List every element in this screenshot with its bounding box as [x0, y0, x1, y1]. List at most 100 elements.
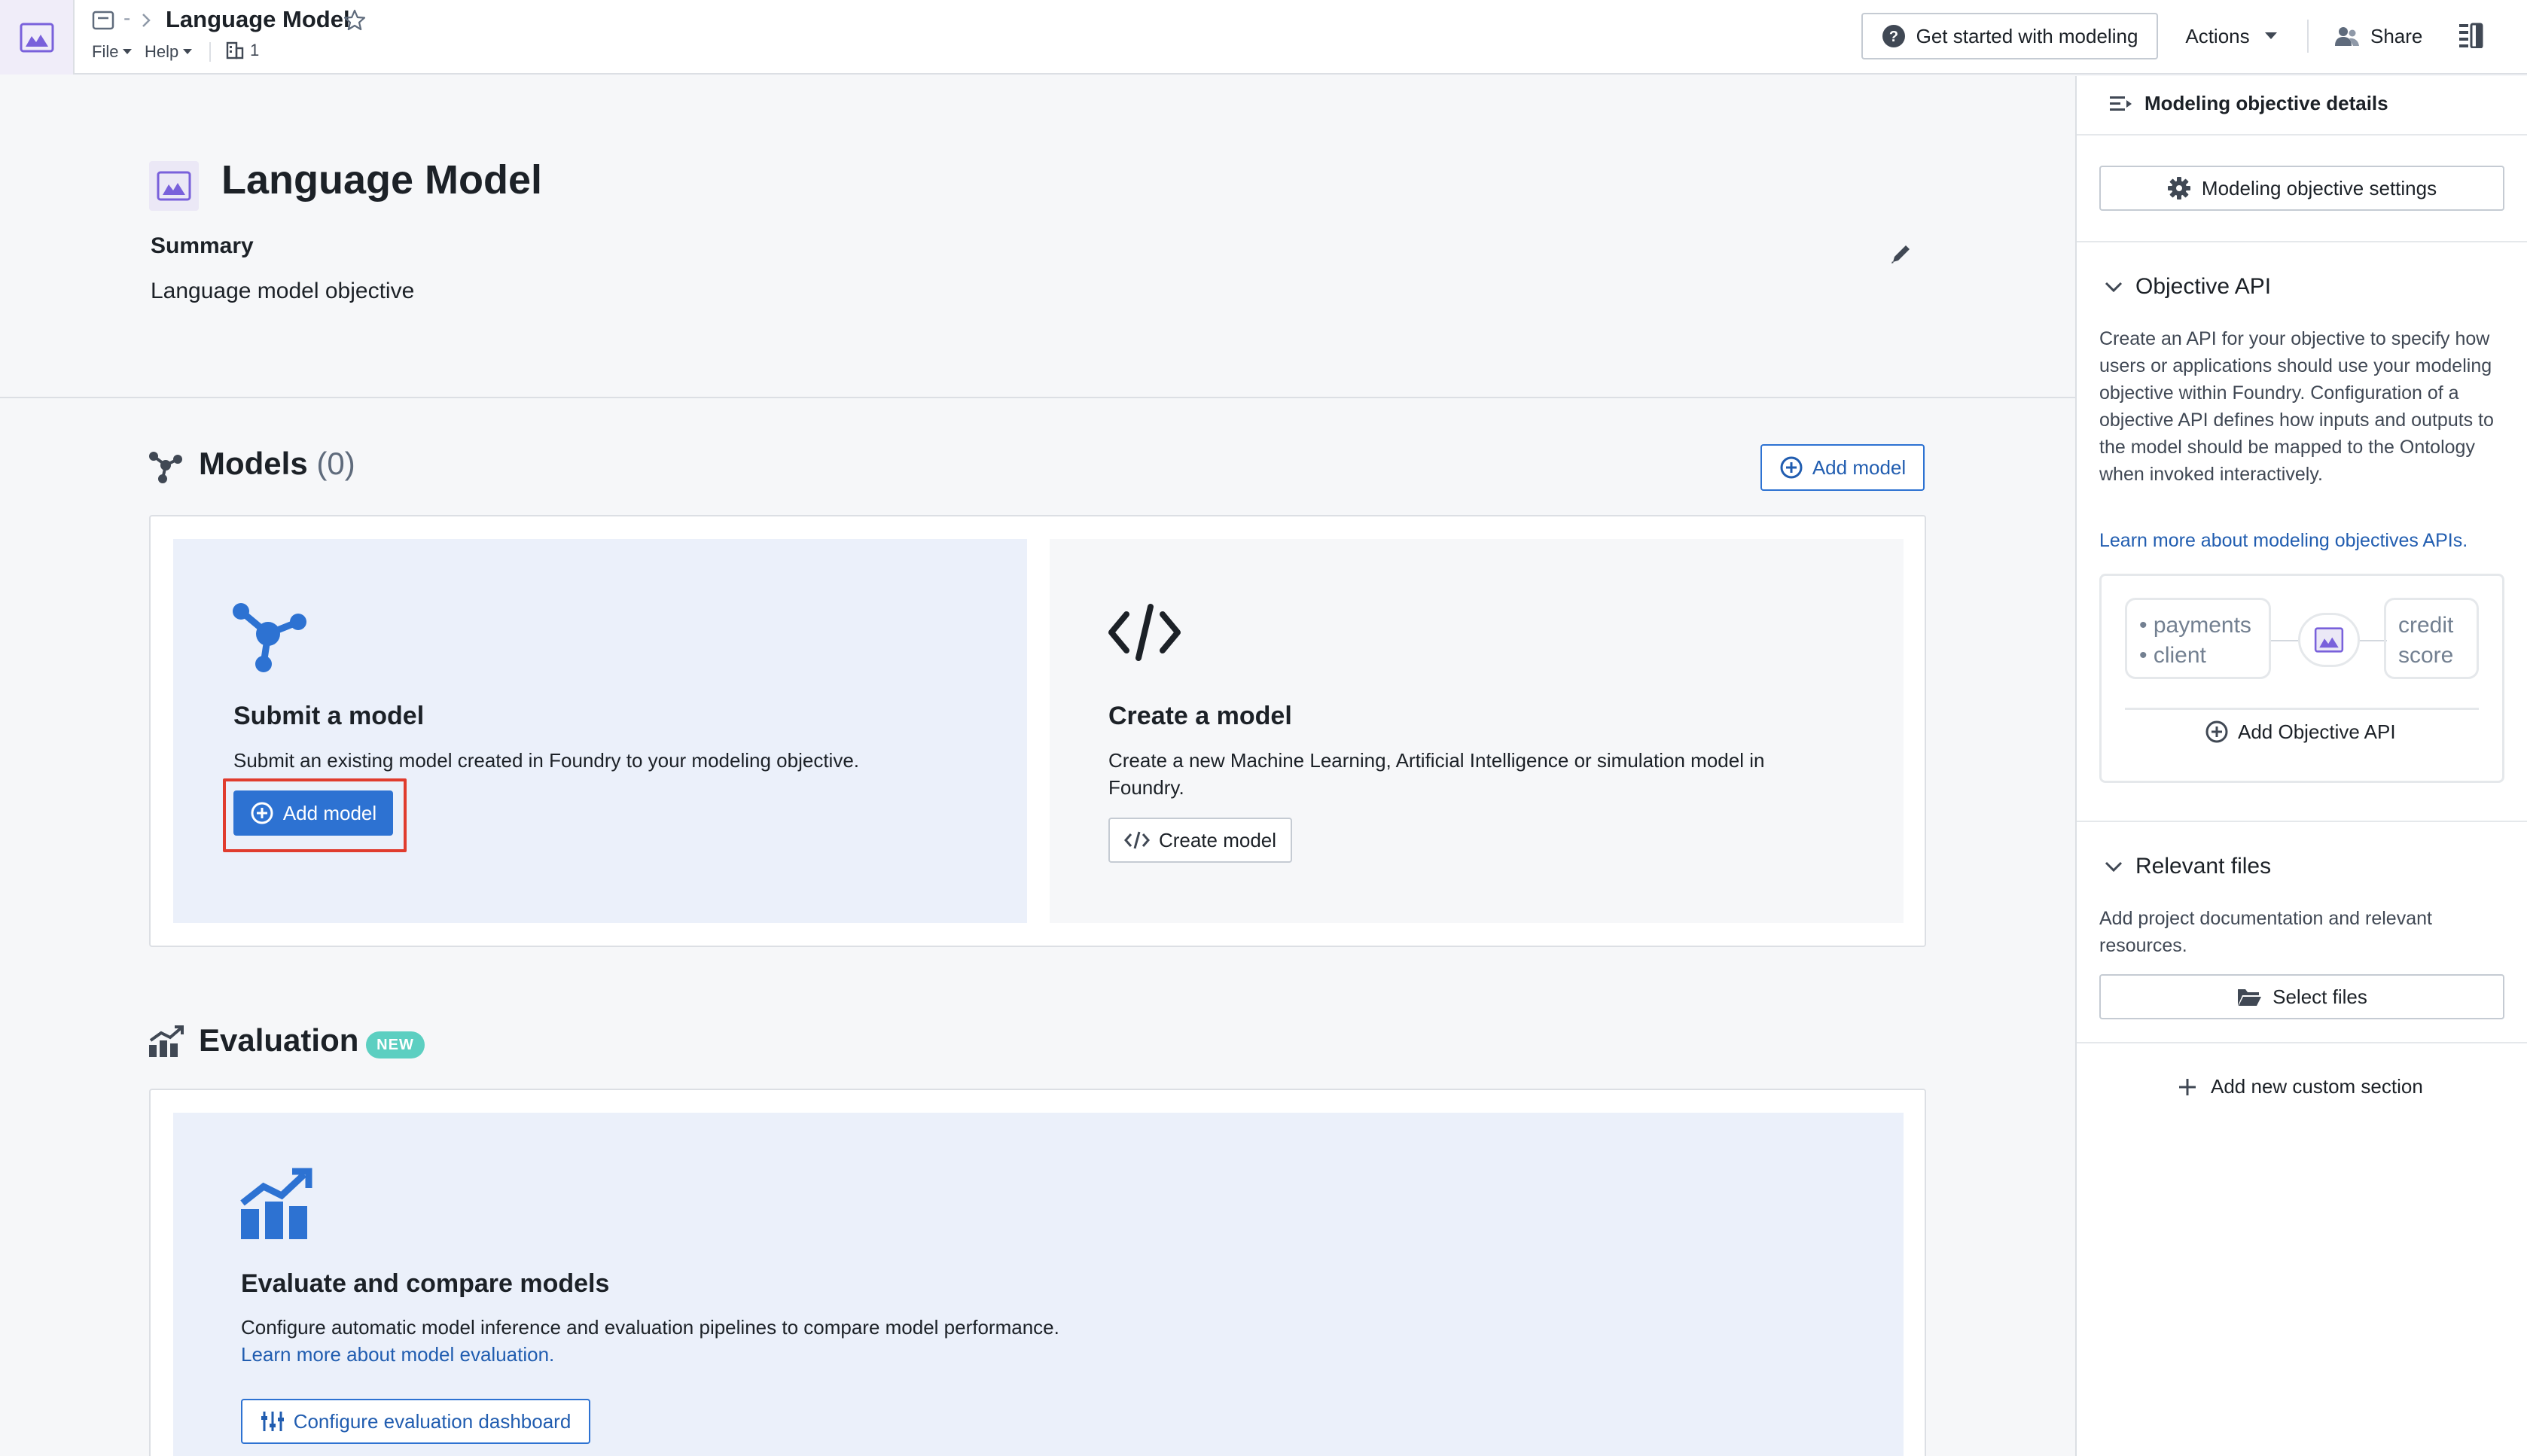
add-model-button[interactable]: Add model — [1760, 444, 1925, 491]
add-custom-section-label: Add new custom section — [2211, 1075, 2423, 1098]
toolbar-divider — [2307, 20, 2309, 53]
add-objective-api-label: Add Objective API — [2238, 720, 2396, 743]
select-files-button[interactable]: Select files — [2099, 974, 2504, 1019]
code-icon — [1107, 602, 1182, 663]
get-started-button[interactable]: ? Get started with modeling — [1861, 13, 2158, 59]
new-badge: NEW — [366, 1031, 425, 1058]
add-circle-icon — [2205, 720, 2228, 743]
highlight-box — [223, 778, 407, 852]
objective-api-title: Objective API — [2135, 274, 2272, 299]
diagram-input-payments: • payments — [2139, 613, 2251, 638]
share-label: Share — [2370, 24, 2423, 47]
actions-button[interactable]: Actions — [2175, 13, 2288, 59]
svg-text:?: ? — [1888, 29, 1898, 45]
help-menu[interactable]: Help — [145, 42, 193, 62]
caret-down-icon — [2264, 32, 2277, 39]
submit-model-description: Submit an existing model created in Foun… — [233, 749, 859, 772]
diagram-model-node — [2298, 613, 2360, 667]
models-count: (0) — [316, 446, 355, 481]
objective-icon — [149, 161, 199, 211]
project-count-value: 1 — [250, 41, 260, 59]
add-objective-api-button[interactable]: Add Objective API — [2205, 720, 2396, 744]
configure-dashboard-button[interactable]: Configure evaluation dashboard — [241, 1399, 590, 1444]
objective-api-learn-more-link[interactable]: Learn more about modeling objectives API… — [2099, 530, 2468, 552]
diagram-output-line-2: score — [2398, 643, 2454, 668]
objective-api-section-toggle[interactable]: Objective API — [2104, 274, 2271, 300]
list-detail-icon — [2110, 96, 2132, 111]
evaluation-title: Evaluation — [199, 1022, 359, 1058]
gear-icon — [2167, 177, 2190, 200]
sliders-icon — [261, 1412, 284, 1431]
relevant-files-section-toggle[interactable]: Relevant files — [2104, 854, 2271, 879]
diagram-output-line-1: credit — [2398, 613, 2454, 638]
models-title-label: Models — [199, 446, 308, 481]
objective-header — [0, 76, 2075, 398]
select-files-label: Select files — [2272, 985, 2367, 1008]
people-icon — [2335, 27, 2359, 46]
chevron-right-icon — [140, 12, 152, 29]
evaluation-description: Configure automatic model inference and … — [241, 1316, 1059, 1339]
diagram-output: credit score — [2384, 598, 2479, 679]
divider — [2125, 708, 2479, 710]
breadcrumb-separator: - — [123, 6, 131, 29]
share-button[interactable]: Share — [2334, 13, 2422, 59]
menu-divider — [209, 42, 211, 62]
create-model-button[interactable]: Create model — [1108, 818, 1292, 863]
divider — [2077, 821, 2527, 822]
add-model-label: Add model — [1812, 455, 1907, 479]
edit-icon[interactable] — [1888, 241, 1914, 267]
plus-icon — [2179, 1078, 2196, 1095]
building-icon — [226, 41, 244, 59]
objective-icon — [2314, 627, 2344, 653]
code-icon — [1123, 831, 1150, 849]
diagram-inputs: • payments • client — [2125, 598, 2271, 679]
evaluation-learn-more-link[interactable]: Learn more about model evaluation. — [241, 1343, 554, 1366]
breadcrumb-title[interactable]: Language Model — [166, 6, 350, 33]
star-icon[interactable] — [343, 8, 367, 32]
panel-icon[interactable] — [2458, 23, 2483, 48]
document-icon[interactable] — [92, 11, 114, 30]
panel-header-label: Modeling objective details — [2144, 92, 2388, 114]
relevant-files-title: Relevant files — [2135, 854, 2272, 879]
submit-model-title: Submit a model — [233, 702, 425, 730]
create-model-label: Create model — [1158, 828, 1277, 851]
page-title: Language Model — [221, 157, 543, 203]
chevron-down-icon — [2105, 861, 2123, 873]
actions-label: Actions — [2185, 24, 2250, 47]
file-menu-label: File — [92, 42, 119, 61]
folder-icon — [2238, 989, 2262, 1006]
diagram-input-client: • client — [2139, 643, 2206, 668]
chevron-down-icon — [2105, 282, 2123, 293]
app-icon[interactable] — [0, 0, 75, 75]
add-custom-section-button[interactable]: Add new custom section — [2178, 1075, 2423, 1098]
chart-icon — [238, 1167, 313, 1239]
summary-label: Summary — [151, 233, 254, 258]
help-menu-label: Help — [145, 42, 179, 61]
graph-icon — [230, 602, 309, 673]
relevant-files-description: Add project documentation and relevant r… — [2099, 908, 2432, 956]
objective-settings-button[interactable]: Modeling objective settings — [2099, 166, 2504, 211]
create-model-description: Create a new Machine Learning, Artificia… — [1108, 749, 1765, 799]
configure-dashboard-label: Configure evaluation dashboard — [293, 1409, 572, 1433]
add-circle-icon — [1780, 456, 1803, 479]
create-model-card — [1050, 539, 1904, 923]
chart-icon — [148, 1024, 185, 1057]
objective-settings-label: Modeling objective settings — [2201, 176, 2437, 200]
models-title: Models (0) — [199, 446, 355, 482]
objective-api-description: Create an API for your objective to spec… — [2099, 328, 2494, 485]
panel-header: Modeling objective details — [2108, 92, 2388, 115]
evaluation-card-title: Evaluate and compare models — [241, 1269, 610, 1298]
caret-down-icon — [123, 49, 133, 54]
divider — [2077, 241, 2527, 242]
submit-model-card — [173, 539, 1027, 923]
graph-icon — [148, 450, 184, 485]
summary-text: Language model objective — [151, 279, 415, 303]
file-menu[interactable]: File — [92, 42, 133, 62]
caret-down-icon — [183, 49, 193, 54]
diagram-connector — [2360, 640, 2387, 641]
diagram-connector — [2271, 640, 2300, 641]
create-model-title: Create a model — [1108, 702, 1292, 730]
get-started-label: Get started with modeling — [1916, 24, 2138, 47]
project-count[interactable]: 1 — [226, 41, 259, 60]
divider — [2077, 1042, 2527, 1043]
